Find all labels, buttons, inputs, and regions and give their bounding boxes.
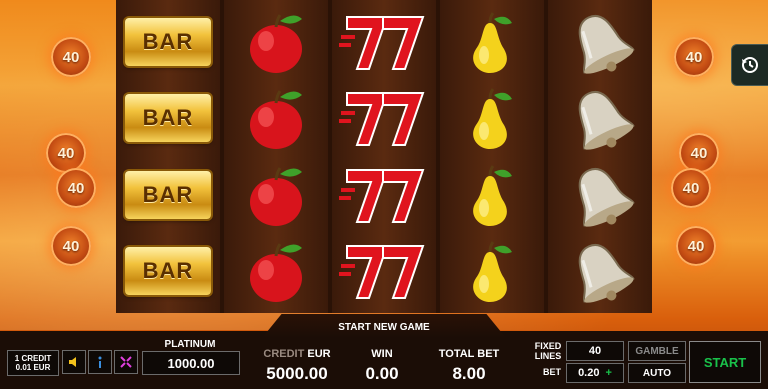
bet-label: BET xyxy=(543,367,561,377)
total-bet-value: 8.00 xyxy=(452,364,486,383)
bet-plus-icon: + xyxy=(605,367,612,379)
line-marker-right-4: 40 xyxy=(676,226,716,266)
credit-label-prefix: CREDIT xyxy=(263,348,305,360)
start-new-game-banner: START NEW GAME xyxy=(262,314,506,338)
bar-symbol: BAR xyxy=(122,237,214,305)
credit-denomination-line2: 0.01 EUR xyxy=(15,363,51,372)
fixed-lines-label-2: LINES xyxy=(534,351,562,361)
speaker-icon xyxy=(69,357,76,367)
pear-icon xyxy=(446,84,538,152)
bet-value: 0.20 xyxy=(578,367,600,379)
apple-icon xyxy=(230,8,322,76)
auto-button[interactable]: AUTO xyxy=(628,363,686,383)
pear-icon xyxy=(446,161,538,229)
lucky-seven-icon xyxy=(338,161,430,229)
reel-1: BAR BAR BAR BAR xyxy=(116,0,220,313)
info-button[interactable] xyxy=(88,350,112,374)
win-label: WIN xyxy=(371,348,393,360)
reel-5 xyxy=(548,0,652,313)
gamble-button[interactable]: GAMBLE xyxy=(628,341,686,361)
lucky-seven-icon xyxy=(338,237,430,305)
bell-icon xyxy=(554,8,646,76)
total-bet-label: TOTAL BET xyxy=(438,348,500,360)
history-button[interactable] xyxy=(731,44,768,86)
start-button[interactable]: START xyxy=(689,341,761,383)
pear-icon xyxy=(446,237,538,305)
line-marker-left-2: 40 xyxy=(46,133,86,173)
reel-3 xyxy=(332,0,436,313)
reel-2 xyxy=(224,0,328,313)
history-icon xyxy=(742,57,758,73)
info-icon xyxy=(98,356,102,368)
reel-4 xyxy=(440,0,544,313)
line-marker-right-3: 40 xyxy=(671,168,711,208)
fixed-lines-label-1: FIXED xyxy=(534,341,562,351)
credit-label-unit: EUR xyxy=(307,348,331,360)
line-marker-right-2: 40 xyxy=(679,133,719,173)
credit-label: CREDIT EUR xyxy=(252,348,342,360)
bar-text: BAR xyxy=(142,105,194,131)
lucky-seven-icon xyxy=(338,84,430,152)
fixed-lines-value: 40 xyxy=(566,341,624,361)
credit-denomination-line1: 1 CREDIT xyxy=(14,354,52,363)
fullscreen-icon xyxy=(120,356,132,368)
reels-area: BAR BAR BAR BAR xyxy=(116,0,652,313)
pear-icon xyxy=(446,8,538,76)
bell-icon xyxy=(554,161,646,229)
line-marker-left-1: 40 xyxy=(51,37,91,77)
credit-value: 5000.00 xyxy=(266,364,328,383)
lucky-seven-icon xyxy=(338,8,430,76)
sound-button[interactable] xyxy=(62,350,86,374)
jackpot-value: 1000.00 xyxy=(142,351,240,375)
bar-symbol: BAR xyxy=(122,8,214,76)
win-value: 0.00 xyxy=(365,364,399,383)
bell-icon xyxy=(554,84,646,152)
bar-symbol: BAR xyxy=(122,84,214,152)
line-marker-right-1: 40 xyxy=(674,37,714,77)
apple-icon xyxy=(230,237,322,305)
bell-icon xyxy=(554,237,646,305)
apple-icon xyxy=(230,161,322,229)
bar-text: BAR xyxy=(142,181,194,207)
line-marker-left-4: 40 xyxy=(51,226,91,266)
bar-symbol: BAR xyxy=(122,161,214,229)
bar-text: BAR xyxy=(142,29,194,55)
apple-icon xyxy=(230,84,322,152)
fullscreen-button[interactable] xyxy=(114,350,138,374)
bet-selector[interactable]: 0.20 + xyxy=(566,363,624,383)
line-marker-left-3: 40 xyxy=(56,168,96,208)
credit-denomination-box[interactable]: 1 CREDIT 0.01 EUR xyxy=(7,350,59,376)
bar-text: BAR xyxy=(142,257,194,283)
fixed-lines-label: FIXED LINES xyxy=(530,341,566,361)
